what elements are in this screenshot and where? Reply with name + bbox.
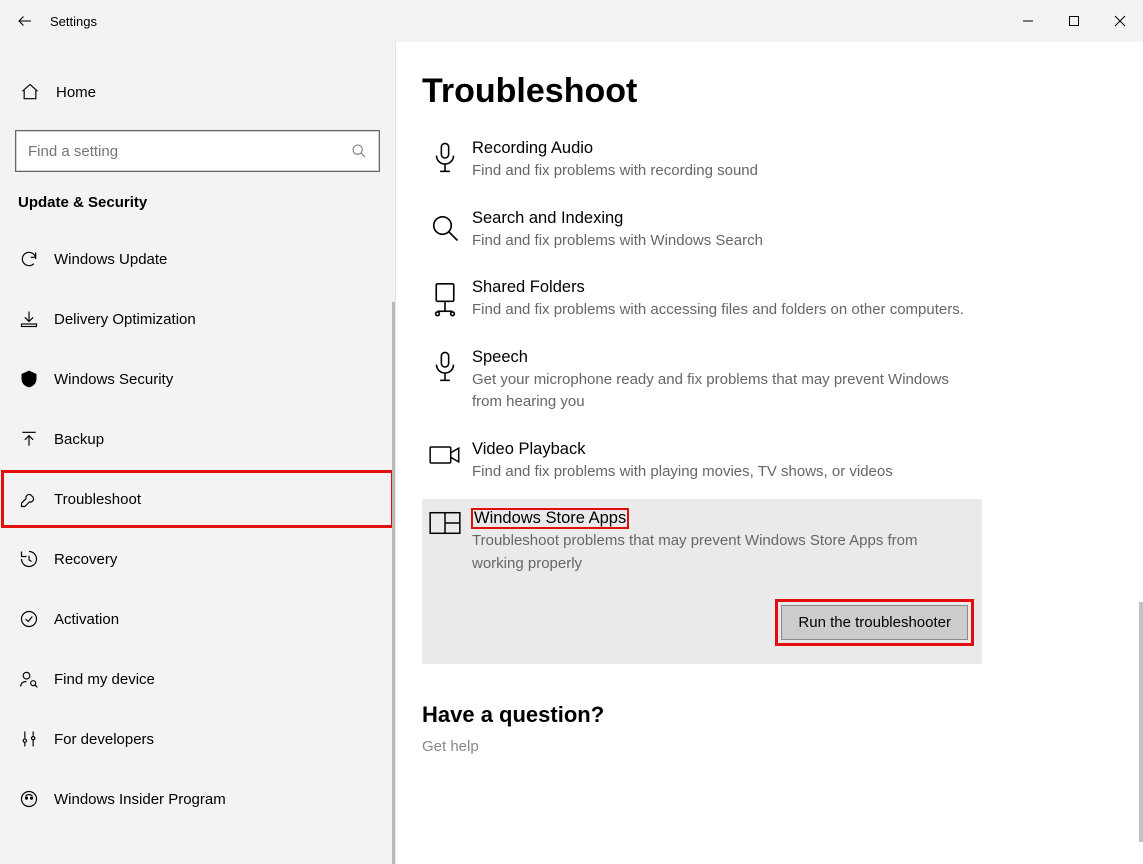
page-title: Troubleshoot	[422, 72, 1123, 111]
sidebar-item-windows-insider[interactable]: Windows Insider Program	[0, 769, 395, 829]
sidebar-item-delivery-optimization[interactable]: Delivery Optimization	[0, 289, 395, 349]
shield-icon	[18, 368, 40, 390]
troubleshooter-desc: Find and fix problems with recording sou…	[472, 160, 968, 183]
maximize-button[interactable]	[1051, 0, 1097, 42]
troubleshooter-title: Speech	[472, 348, 528, 367]
titlebar: Settings	[0, 0, 1143, 42]
back-button[interactable]	[0, 0, 50, 42]
troubleshooter-title: Windows Store Apps	[472, 509, 628, 528]
home-link[interactable]: Home	[0, 72, 395, 112]
history-icon	[18, 548, 40, 570]
question-title: Have a question?	[422, 702, 1123, 728]
search-icon	[339, 143, 379, 159]
scrollbar-thumb[interactable]	[1139, 602, 1143, 842]
home-icon	[20, 82, 42, 102]
tools-icon	[18, 728, 40, 750]
troubleshooter-windows-store-apps[interactable]: Windows Store Apps Troubleshoot problems…	[422, 499, 982, 664]
sidebar-item-windows-update[interactable]: Windows Update	[0, 229, 395, 289]
home-label: Home	[56, 84, 96, 101]
sidebar-item-label: Windows Security	[54, 371, 173, 388]
apps-icon	[426, 509, 464, 640]
sidebar-item-label: Find my device	[54, 671, 155, 688]
content-scrollbar[interactable]	[1138, 42, 1143, 864]
troubleshooter-desc: Get your microphone ready and fix proble…	[472, 369, 968, 414]
microphone-icon	[426, 139, 464, 183]
sidebar-item-recovery[interactable]: Recovery	[0, 529, 395, 589]
wrench-icon	[18, 488, 40, 510]
upload-icon	[18, 428, 40, 450]
content-pane: Troubleshoot Recording Audio Find and fi…	[396, 42, 1143, 864]
close-button[interactable]	[1097, 0, 1143, 42]
get-help-link[interactable]: Get help	[422, 738, 1123, 755]
microphone-icon	[426, 348, 464, 414]
sidebar-item-label: Troubleshoot	[54, 491, 141, 508]
sidebar-item-for-developers[interactable]: For developers	[0, 709, 395, 769]
troubleshooter-desc: Find and fix problems with accessing fil…	[472, 299, 968, 322]
search-box[interactable]	[15, 130, 380, 172]
search-input[interactable]	[16, 143, 339, 160]
troubleshooter-title: Recording Audio	[472, 139, 593, 158]
troubleshooter-desc: Troubleshoot problems that may prevent W…	[472, 530, 968, 575]
magnifier-icon	[426, 209, 464, 253]
troubleshooter-title: Video Playback	[472, 440, 585, 459]
troubleshooter-title: Search and Indexing	[472, 209, 623, 228]
network-share-icon	[426, 278, 464, 322]
sidebar-item-label: For developers	[54, 731, 154, 748]
sync-icon	[18, 248, 40, 270]
find-device-icon	[18, 668, 40, 690]
sidebar-item-label: Windows Insider Program	[54, 791, 226, 808]
minimize-button[interactable]	[1005, 0, 1051, 42]
troubleshooter-speech[interactable]: Speech Get your microphone ready and fix…	[422, 338, 982, 430]
troubleshooter-recording-audio[interactable]: Recording Audio Find and fix problems wi…	[422, 129, 982, 199]
check-circle-icon	[18, 608, 40, 630]
app-title: Settings	[50, 14, 97, 29]
sidebar-item-find-my-device[interactable]: Find my device	[0, 649, 395, 709]
troubleshooter-search-indexing[interactable]: Search and Indexing Find and fix problem…	[422, 199, 982, 269]
sidebar-item-label: Backup	[54, 431, 104, 448]
run-troubleshooter-button[interactable]: Run the troubleshooter	[781, 605, 968, 640]
sidebar-item-activation[interactable]: Activation	[0, 589, 395, 649]
video-icon	[426, 440, 464, 484]
troubleshooter-desc: Find and fix problems with playing movie…	[472, 461, 968, 484]
sidebar-item-windows-security[interactable]: Windows Security	[0, 349, 395, 409]
sidebar-item-label: Windows Update	[54, 251, 167, 268]
download-icon	[18, 308, 40, 330]
sidebar-item-backup[interactable]: Backup	[0, 409, 395, 469]
troubleshooter-video-playback[interactable]: Video Playback Find and fix problems wit…	[422, 430, 982, 500]
troubleshooter-title: Shared Folders	[472, 278, 585, 297]
sidebar-item-label: Delivery Optimization	[54, 311, 196, 328]
sidebar-item-label: Activation	[54, 611, 119, 628]
sidebar: Home Update & Security Windows Update De…	[0, 42, 396, 864]
insider-icon	[18, 788, 40, 810]
troubleshooter-shared-folders[interactable]: Shared Folders Find and fix problems wit…	[422, 268, 982, 338]
troubleshooter-desc: Find and fix problems with Windows Searc…	[472, 230, 968, 253]
sidebar-scrollbar[interactable]	[392, 302, 395, 864]
sidebar-item-troubleshoot[interactable]: Troubleshoot	[0, 469, 395, 529]
sidebar-item-label: Recovery	[54, 551, 117, 568]
sidebar-section-title: Update & Security	[0, 194, 395, 229]
